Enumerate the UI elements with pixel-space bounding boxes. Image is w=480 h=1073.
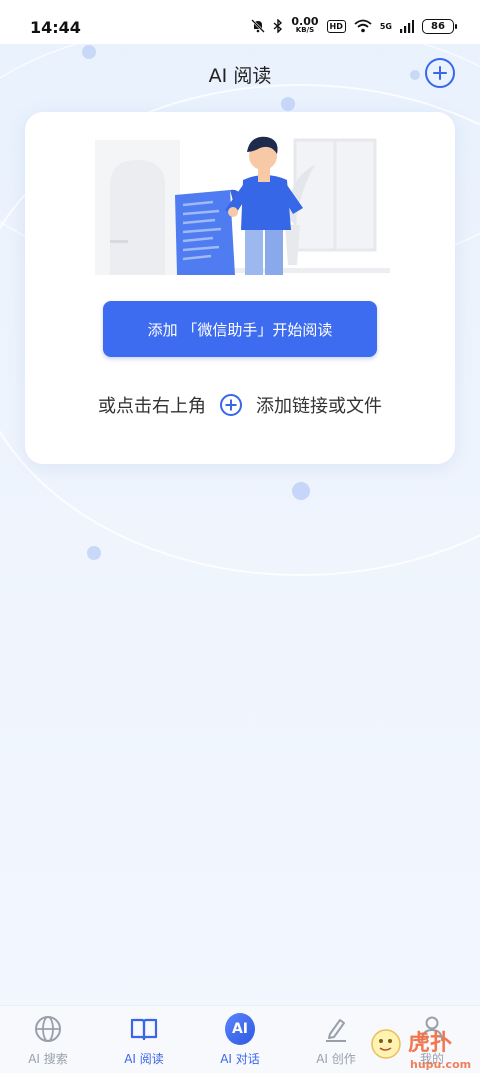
mute-bell-icon <box>251 19 266 33</box>
ai-chat-icon: AI <box>225 1013 255 1045</box>
plus-circle-icon <box>220 394 242 416</box>
hint-prefix: 或点击右上角 <box>98 396 206 417</box>
tab-ai-chat[interactable]: AI AI 对话 <box>192 1006 288 1073</box>
signal-icon <box>400 19 414 33</box>
tab-ai-reading[interactable]: AI 阅读 <box>96 1006 192 1073</box>
empty-state-card: 添加 「微信助手」开始阅读 或点击右上角 添加链接或文件 <box>25 112 455 464</box>
status-time: 14:44 <box>30 18 81 37</box>
add-button[interactable] <box>425 58 455 88</box>
speed-value: 0.00 <box>291 15 319 28</box>
status-icons: 0.00 KB/S HD 5G 86 <box>251 15 457 35</box>
hint-suffix: 添加链接或文件 <box>256 396 382 417</box>
page-title: AI 阅读 <box>208 65 272 87</box>
reading-person-illustration <box>95 136 390 275</box>
add-wechat-assistant-button[interactable]: 添加 「微信助手」开始阅读 <box>103 301 377 357</box>
tab-label: AI 创作 <box>316 1052 356 1066</box>
globe-icon <box>33 1014 63 1044</box>
speed-unit: KB/S <box>295 26 315 34</box>
bluetooth-icon <box>273 19 283 33</box>
status-bar: 14:44 0.00 KB/S HD 5G 86 <box>0 0 480 44</box>
svg-text:hupu.com: hupu.com <box>410 1058 471 1071</box>
tab-label: AI 阅读 <box>124 1052 164 1066</box>
network-speed: 0.00 KB/S <box>291 15 319 35</box>
svg-text:虎扑: 虎扑 <box>408 1030 452 1056</box>
pencil-icon <box>321 1014 351 1044</box>
tab-label: AI 搜索 <box>28 1052 68 1066</box>
battery-indicator: 86 <box>422 18 457 34</box>
tab-label: AI 对话 <box>220 1052 260 1066</box>
ai-badge: AI <box>225 1013 255 1045</box>
add-hint: 或点击右上角 添加链接或文件 <box>25 392 455 418</box>
network-type: 5G <box>379 21 392 31</box>
book-icon <box>129 1014 159 1044</box>
hd-badge: HD <box>326 19 346 33</box>
battery-level: 86 <box>431 20 445 32</box>
tab-ai-search[interactable]: AI 搜索 <box>0 1006 96 1073</box>
wifi-icon <box>354 19 372 33</box>
hupu-watermark-logo: 虎扑 hupu.com <box>371 1029 471 1071</box>
